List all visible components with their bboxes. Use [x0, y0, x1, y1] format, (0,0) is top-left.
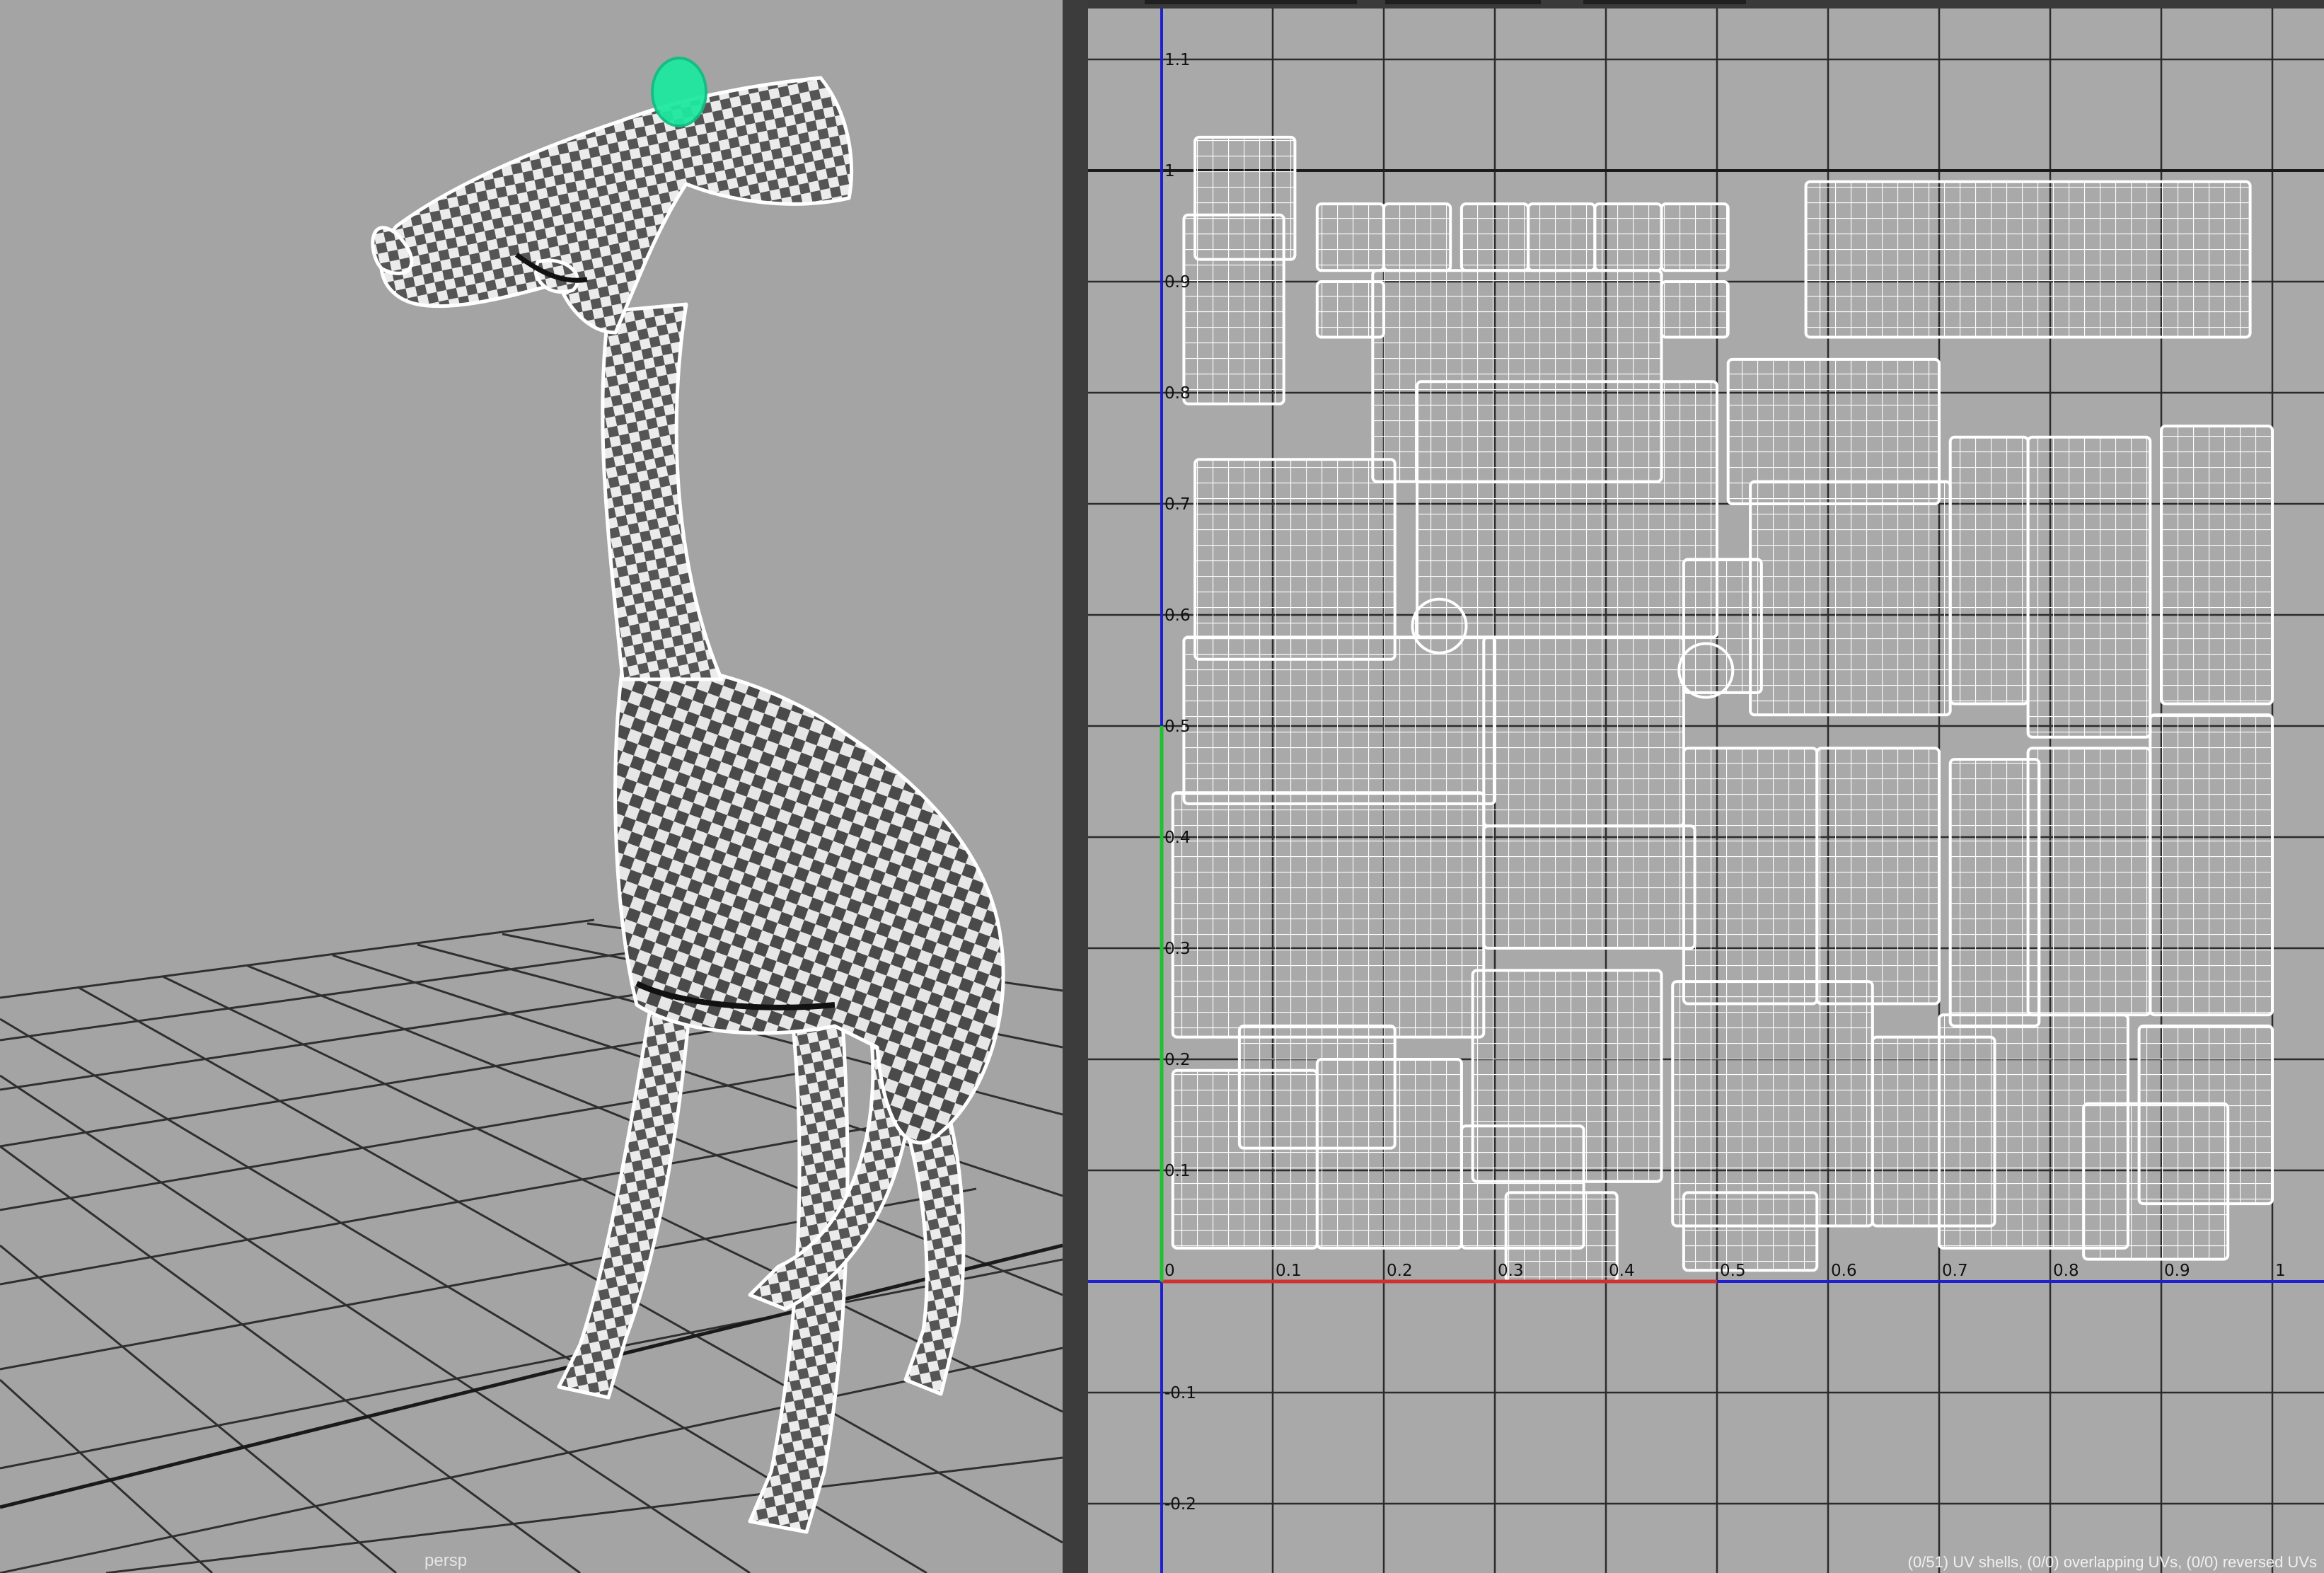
uv-shell: [1315, 1058, 1463, 1250]
v-tick-label: 1.1: [1164, 51, 1191, 69]
uv-shell: [1671, 980, 1874, 1228]
uv-shell: [1660, 280, 1730, 339]
v-tick-label: 1: [1164, 162, 1175, 180]
uv-shell: [1677, 642, 1735, 699]
toolbar-tab[interactable]: [1583, 0, 1746, 4]
uv-shell: [1749, 480, 1952, 717]
v-tick-label: 0.8: [1164, 384, 1191, 403]
u-tick-label: 0.1: [1276, 1262, 1302, 1280]
uv-shell: [1171, 1068, 1319, 1250]
uv-shell: [2026, 435, 2152, 739]
uv-shell: [1804, 180, 2252, 339]
u-tick-label: 1: [2275, 1262, 2286, 1280]
uv-shell: [1171, 791, 1486, 1039]
u-tick-label: 0: [1164, 1262, 1175, 1280]
u-tick-label: 0.6: [1831, 1262, 1857, 1280]
uv-canvas[interactable]: 1.1 1 0.9 0.8 0.7 0.6 0.5 0.4 0.3 0.2 0.1 -0.1 -0.2 0…: [1088, 0, 2324, 1573]
uv-shell: [1527, 202, 1597, 272]
v-tick-label: 0.5: [1164, 718, 1191, 736]
v-tick-label: 0.2: [1164, 1051, 1191, 1069]
persp-scene: [0, 57, 1063, 1573]
u-tick-label: 0.9: [2164, 1262, 2190, 1280]
v-tick-label: 0.4: [1164, 829, 1191, 847]
uv-shell: [1416, 380, 1718, 639]
uv-shell: [2160, 425, 2274, 705]
u-tick-label: 0.7: [1942, 1262, 1968, 1280]
uv-shell: [1459, 202, 1530, 272]
uv-shell: [1682, 1191, 1819, 1272]
v-tick-label: 0.9: [1164, 273, 1191, 292]
uv-shell: [1193, 458, 1397, 661]
uv-shell: [1411, 597, 1468, 655]
v-tick-label: 0.3: [1164, 940, 1191, 958]
uv-editor-panel[interactable]: 1.1 1 0.9 0.8 0.7 0.6 0.5 0.4 0.3 0.2 0.1 -0.1 -0.2 0…: [1088, 0, 2324, 1573]
u-tick-label: 0.2: [1387, 1262, 1413, 1280]
uv-shell: [2026, 747, 2152, 1017]
uv-shell: [1482, 824, 1696, 950]
uv-shell: [1948, 758, 2041, 1027]
uv-shell: [2149, 713, 2274, 1017]
u-tick-label: 0.4: [1609, 1262, 1635, 1280]
v-tick-label: 0.1: [1164, 1162, 1191, 1180]
u-tick-label: 0.3: [1498, 1262, 1524, 1280]
toolbar-tab[interactable]: [1145, 0, 1357, 4]
uv-shell: [1593, 202, 1663, 272]
perspective-viewport[interactable]: persp: [0, 0, 1063, 1573]
uv-shell: [1660, 202, 1730, 272]
uv-shell: [1182, 213, 1285, 405]
uv-shell: [1382, 202, 1452, 272]
uv-shell: [1471, 969, 1663, 1183]
panel-divider[interactable]: [1063, 0, 1088, 1573]
uv-shell: [1682, 747, 1819, 1006]
v-tick-label: 0.6: [1164, 606, 1191, 625]
uv-editor-toolbar: [1088, 0, 2324, 8]
uv-shell: [1948, 435, 2030, 705]
v-tick-label: 0.7: [1164, 495, 1191, 514]
uv-shell: [1315, 202, 1385, 272]
uv-shell: [1815, 747, 1941, 1006]
uv-shells: [1171, 135, 2274, 1284]
uv-shell: [1182, 635, 1496, 805]
v-tick-label: -0.2: [1164, 1495, 1196, 1514]
v-tick-label: -0.1: [1164, 1384, 1196, 1402]
uv-shell: [1482, 635, 1685, 828]
u-tick-label: 0.8: [2053, 1262, 2079, 1280]
u-tick-label: 0.5: [1720, 1262, 1746, 1280]
toolbar-tab[interactable]: [1385, 0, 1541, 4]
uv-shell: [2137, 1024, 2274, 1206]
camera-label: persp: [424, 1551, 468, 1570]
uv-status-readout: (0/51) UV shells, (0/0) overlapping UVs,…: [1907, 1553, 2317, 1571]
